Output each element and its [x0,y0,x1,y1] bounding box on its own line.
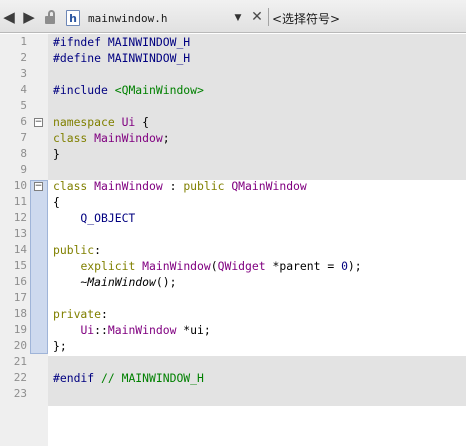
close-document-icon[interactable]: ✕ [249,8,265,26]
code-token: : [101,307,108,321]
code-token: explicit [80,259,143,273]
code-token: #ifndef MAINWINDOW_H [53,35,191,49]
code-token: }; [53,339,67,353]
line-number: 20 [13,339,27,352]
code-token: MainWindow [94,131,163,145]
code-token: QMainWindow [231,179,307,193]
code-token: } [53,147,60,161]
code-token: ~ [53,275,88,289]
current-block-fold-indicator [30,180,48,354]
line-number: 11 [13,195,27,208]
code-line[interactable]: private: [53,306,108,322]
forward-arrow-icon[interactable]: ▶ [20,7,38,27]
line-number: 10 [13,179,27,192]
fold-collapse-icon[interactable]: − [34,118,43,127]
line-number: 6 [20,115,27,128]
code-line[interactable]: { [53,194,60,210]
code-line[interactable]: public: [53,242,101,258]
symbol-selector-dropdown[interactable]: <选择符号> [272,8,462,28]
code-line[interactable]: Ui::MainWindow *ui; [53,322,211,338]
code-token: 0 [341,259,348,273]
code-line[interactable]: #ifndef MAINWINDOW_H [53,34,190,50]
line-number: 19 [13,323,27,336]
code-token: (); [155,275,177,289]
code-token: MainWindow [142,259,211,273]
code-line[interactable]: #endif // MAINWINDOW_H [53,370,204,386]
code-line[interactable]: class MainWindow : public QMainWindow [53,178,307,194]
line-number: 16 [13,275,27,288]
code-token: : [162,179,184,193]
code-token: MainWindow [107,323,177,337]
toolbar-divider [268,8,269,26]
line-number: 9 [20,163,27,176]
code-token: #endif [53,371,102,385]
code-line[interactable]: namespace Ui { [53,114,149,130]
code-editor[interactable]: 1 2 3 4 5 6 7 8 9 10 11 12 13 14 15 16 17 18 19 20 21 22 23 − … [0,34,466,446]
code-token: { [53,195,60,209]
code-token: class [53,179,95,193]
line-number: 23 [13,387,27,400]
code-token: MainWindow [94,179,163,193]
code-token: { [135,115,150,129]
code-token: *parent = [265,259,342,273]
code-token: // MAINWINDOW_H [101,371,204,385]
code-token: Ui [80,323,95,337]
line-number: 5 [20,99,27,112]
code-token: namespace [53,115,122,129]
code-token: :: [94,323,108,337]
back-arrow-icon[interactable]: ◀ [0,7,18,27]
line-number: 18 [13,307,27,320]
fold-collapse-icon[interactable]: − [34,182,43,191]
code-token: QWidget [217,259,266,273]
line-number: 22 [13,371,27,384]
line-number: 7 [20,131,27,144]
line-number: 13 [13,227,27,240]
editor-toolbar: ◀ ▶ h mainwindow.h ▼ ✕ <选择符号> [0,0,466,33]
line-number: 12 [13,211,27,224]
line-number: 4 [20,83,27,96]
code-token: *ui; [176,323,211,337]
line-number: 8 [20,147,27,160]
chevron-down-icon[interactable]: ▼ [231,13,245,23]
code-token: public [53,243,95,257]
line-number: 15 [13,259,27,272]
code-line[interactable]: #define MAINWINDOW_H [53,50,190,66]
code-line[interactable]: }; [53,338,67,354]
code-token: ; [162,131,170,145]
current-file-name: mainwindow.h [88,11,168,25]
code-token: <QMainWindow> [114,83,204,97]
open-documents-dropdown[interactable]: h mainwindow.h ▼ [63,8,245,28]
code-line[interactable]: explicit MainWindow(QWidget *parent = 0)… [53,258,362,274]
code-line[interactable]: ~MainWindow(); [53,274,176,290]
code-token: #define MAINWINDOW_H [53,51,191,65]
line-number: 3 [20,67,27,80]
line-number: 17 [13,291,27,304]
code-token: ( [210,259,218,273]
code-token: Ui [121,115,136,129]
code-token: Q_OBJECT [53,211,136,225]
line-number: 14 [13,243,27,256]
code-line[interactable]: Q_OBJECT [53,210,135,226]
code-token: MainWindow [87,275,156,289]
editor-empty-area [48,406,466,446]
code-token: : [94,243,102,257]
line-number: 2 [20,51,27,64]
header-file-icon: h [66,10,80,26]
lock-icon[interactable] [43,7,57,27]
code-token: public [183,179,232,193]
code-token: class [53,131,95,145]
code-line[interactable]: #include <QMainWindow> [53,82,204,98]
code-line[interactable]: } [53,146,60,162]
code-line[interactable]: class MainWindow; [53,130,170,146]
line-number: 1 [20,35,27,48]
line-number: 21 [13,355,27,368]
code-token: #include [53,83,115,97]
code-token: private [53,307,102,321]
code-token: ); [347,259,362,273]
